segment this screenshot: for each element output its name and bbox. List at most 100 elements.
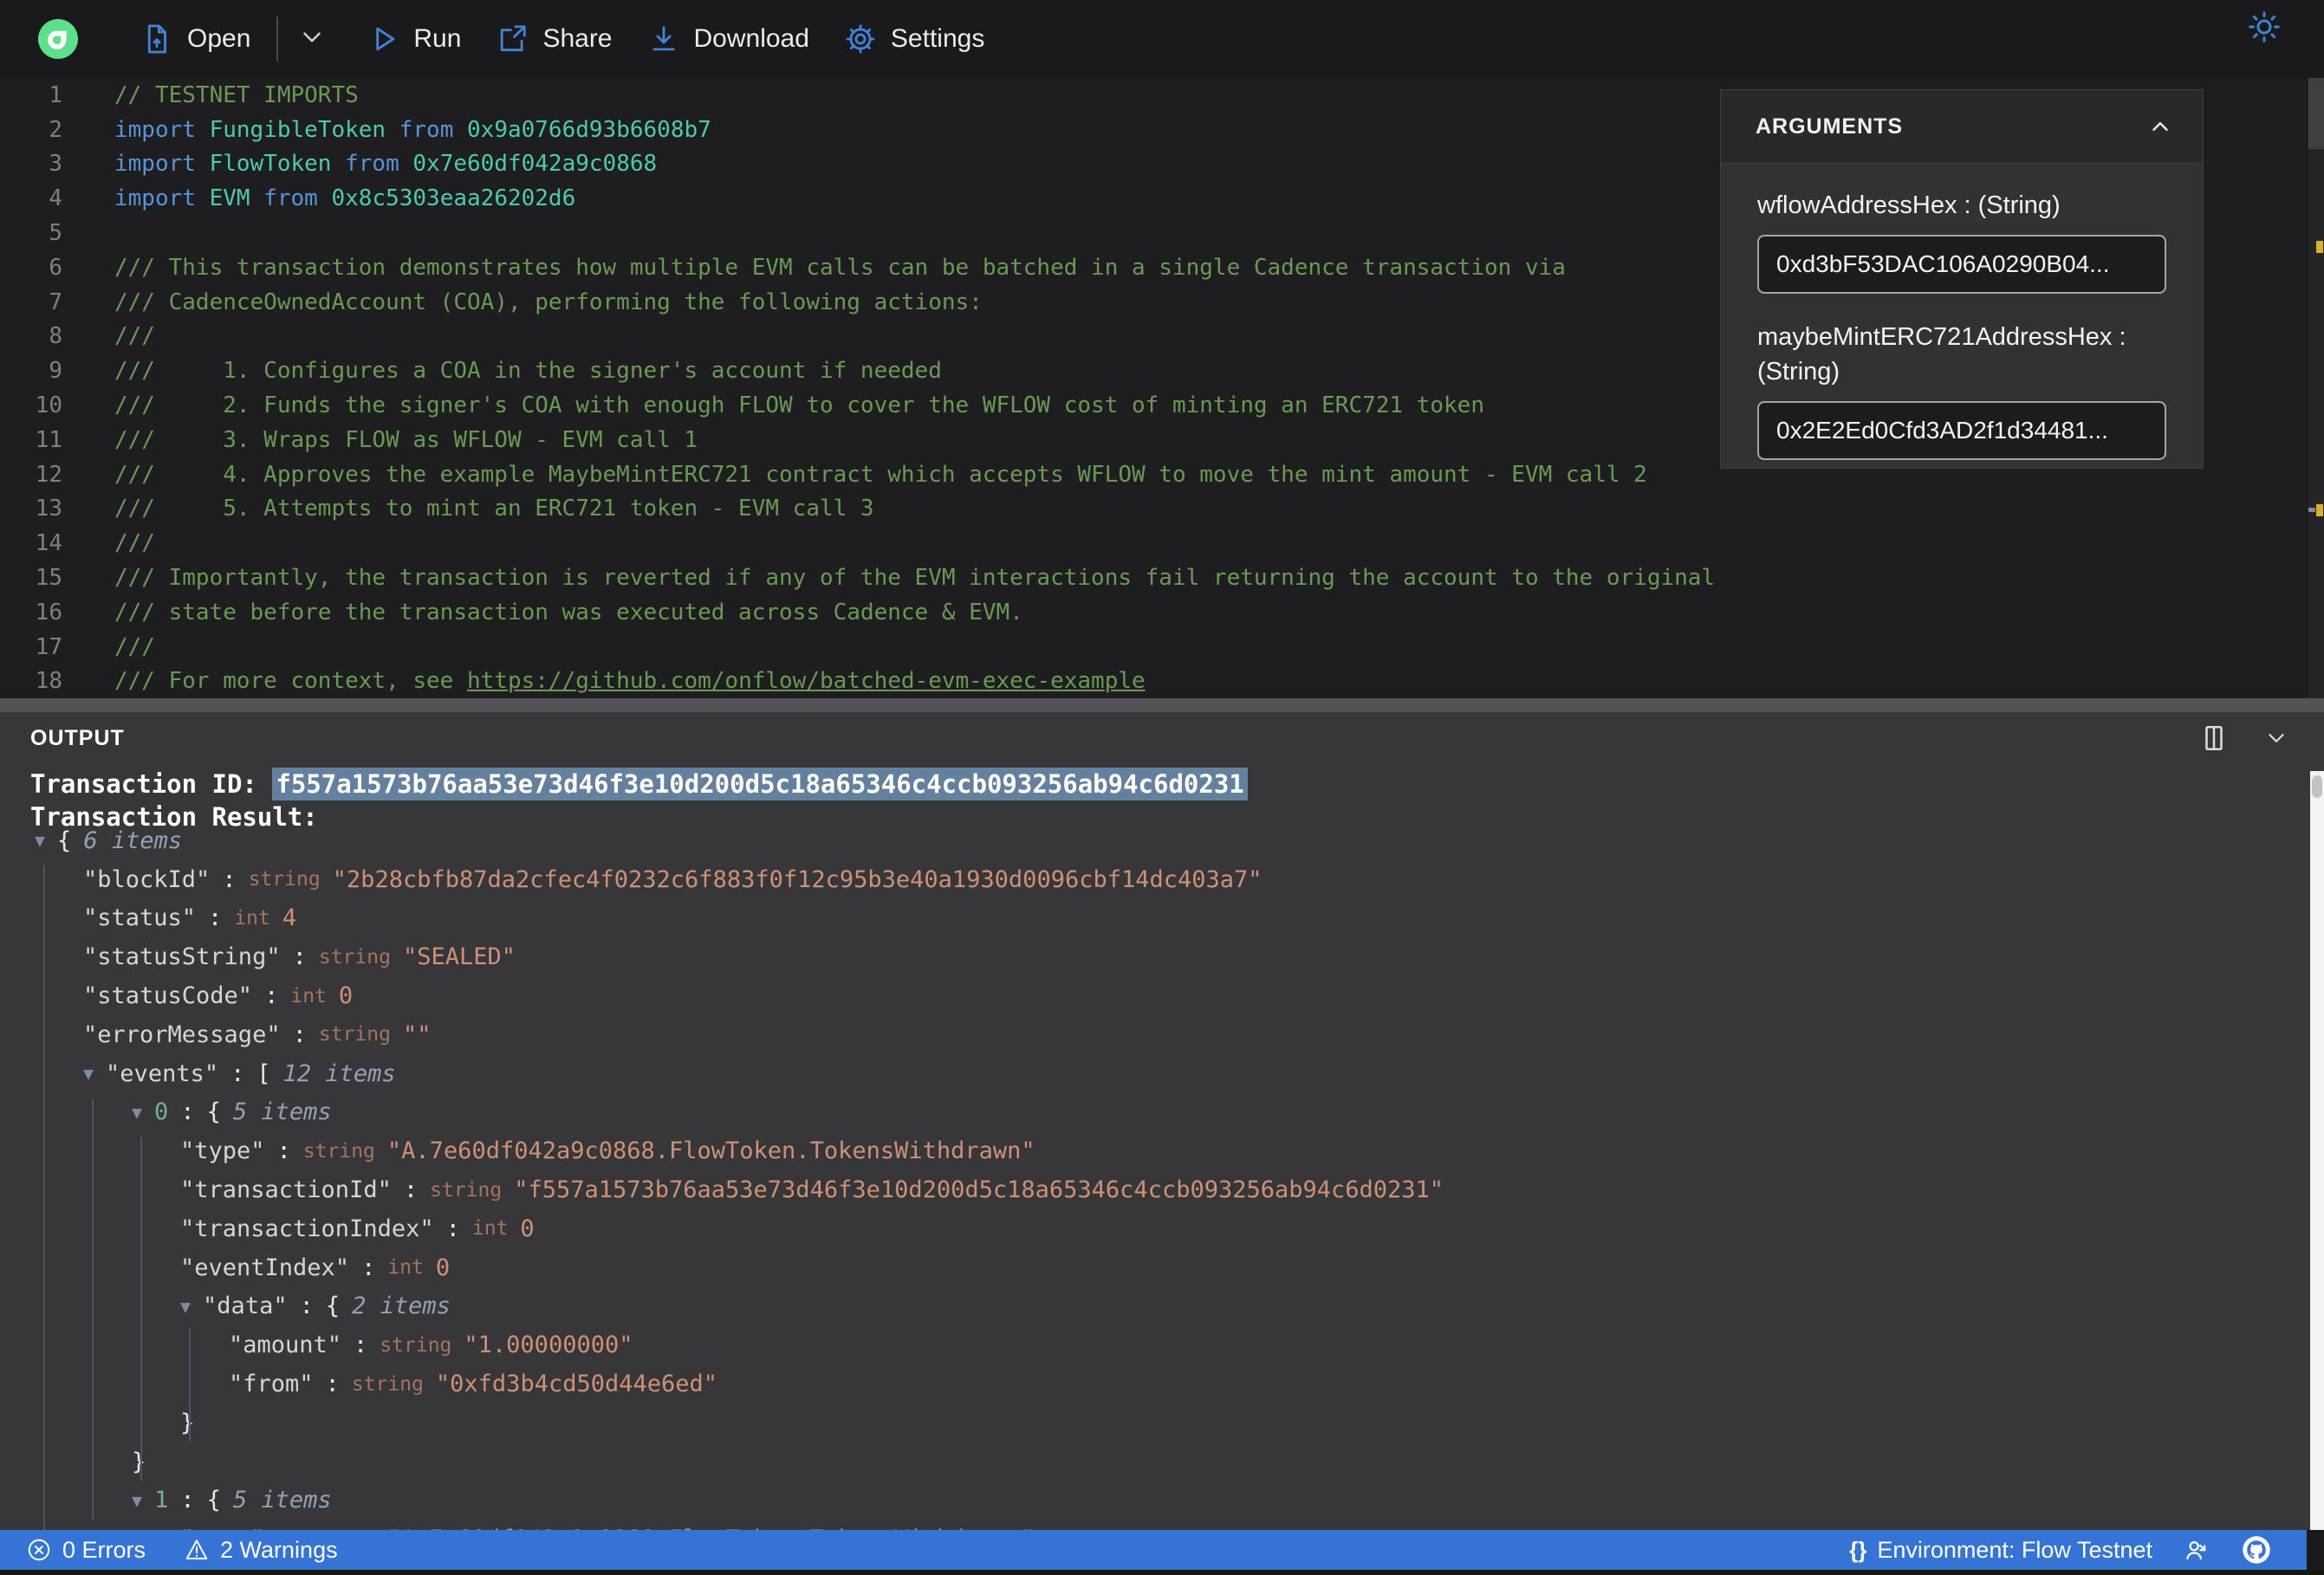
json-tree-row: ▼ 0: {5 items	[0, 1093, 2305, 1132]
code-line[interactable]: 16 /// state before the transaction was e…	[0, 595, 2324, 630]
download-button[interactable]: Download	[647, 23, 809, 55]
json-tl: int	[290, 984, 327, 1008]
code-link[interactable]: https://github.com/onflow/batched-evm-ex…	[467, 668, 1146, 694]
theme-toggle-sun-icon[interactable]	[2246, 9, 2282, 45]
transaction-id-value: f557a1573b76aa53e73d46f3e10d200d5c18a653…	[272, 768, 1248, 800]
status-bar: 0 Errors 2 Warnings {} Environment: Flow…	[0, 1530, 2324, 1570]
json-result-tree: ▼ {6 items "blockId": string "2b28cbfb87da2c…	[0, 821, 2305, 1530]
json-nv: 0	[435, 1254, 451, 1281]
json-tree-row: ▼ "data": {2 items	[0, 1287, 2305, 1326]
arguments-list: wflowAddressHex : (String) maybeMintERC72…	[1721, 164, 2203, 486]
code-token: 0x9a0766d93b6608b7	[453, 116, 711, 143]
feedback-person-icon[interactable]	[2182, 1535, 2211, 1565]
json-sv: "A.7e60df042a9c0868.FlowToken.TokensWith…	[386, 1138, 1035, 1165]
json-idx: 0	[154, 1099, 169, 1126]
json-sv: ""	[402, 1021, 432, 1048]
warning-marker	[2316, 504, 2323, 516]
line-number: 4	[49, 185, 62, 212]
panel-resize-handle[interactable]	[0, 698, 2324, 712]
expand-triangle-icon[interactable]: ▼	[132, 1102, 142, 1123]
line-number: 1	[49, 81, 62, 108]
json-tree-row: "eventIndex": int 0	[0, 1248, 2305, 1287]
collapse-chevron-up-icon[interactable]	[2147, 113, 2173, 139]
code-line[interactable]: 13 /// 5. Attempts to mint an ERC721 toke…	[0, 492, 2324, 527]
json-it: 12 items	[282, 1060, 396, 1087]
open-file-icon	[140, 23, 173, 55]
line-number: 6	[49, 254, 62, 281]
open-dropdown-chevron-icon[interactable]	[297, 23, 327, 56]
json-key: "data"	[203, 1293, 288, 1320]
share-button[interactable]: Share	[496, 23, 613, 55]
code-token: /// CadenceOwnedAccount (COA), performin…	[114, 288, 983, 315]
code-line[interactable]: 17 ///	[0, 630, 2324, 664]
line-number: 15	[35, 565, 62, 592]
indent-guide	[140, 1137, 142, 1481]
code-token: from	[399, 116, 454, 143]
json-idx: 1	[154, 1487, 169, 1514]
github-icon[interactable]	[2241, 1534, 2272, 1565]
code-token: /// 4. Approves the example MaybeMintERC…	[114, 461, 1647, 488]
code-token: /// 1. Configures a COA in the signer's …	[114, 358, 942, 385]
json-key: "events"	[106, 1060, 219, 1087]
output-panel: OUTPUT Transaction ID: f557a1573b76aa53e…	[0, 712, 2324, 1530]
expand-triangle-icon[interactable]: ▼	[35, 830, 45, 851]
code-token: from	[263, 185, 318, 212]
json-nv: 4	[282, 904, 297, 932]
json-key: "statusCode"	[83, 982, 253, 1010]
open-label: Open	[187, 24, 251, 53]
code-token: from	[345, 151, 399, 178]
code-line[interactable]: 14 ///	[0, 526, 2324, 561]
editor-scrollbar-thumb[interactable]	[2308, 78, 2324, 149]
line-number: 14	[35, 530, 62, 557]
argument-label: wflowAddressHex : (String)	[1757, 191, 2061, 219]
indent-guide	[189, 1329, 191, 1442]
environment-status[interactable]: {} Environment: Flow Testnet	[1849, 1537, 2152, 1564]
code-token: /// 5. Attempts to mint an ERC721 token …	[114, 496, 874, 522]
json-pn: {	[206, 1099, 221, 1126]
output-scrollbar-thumb[interactable]	[2312, 775, 2322, 798]
open-button[interactable]: Open	[140, 23, 250, 55]
settings-label: Settings	[890, 24, 985, 53]
json-tree-row: "type": string "A.7e60df042a9c0868.FlowTok…	[0, 1131, 2305, 1170]
code-line[interactable]: 18 /// For more context, see https://gith…	[0, 664, 2324, 698]
download-label: Download	[693, 24, 809, 53]
settings-button[interactable]: Settings	[844, 23, 984, 55]
run-button[interactable]: Run	[367, 23, 461, 55]
line-number: 16	[35, 599, 62, 625]
line-number: 5	[49, 220, 62, 247]
code-line[interactable]: 15 /// Importantly, the transaction is re…	[0, 561, 2324, 595]
status-bar-corner	[2307, 1530, 2324, 1570]
json-key: "statusString"	[83, 943, 281, 971]
argument-label: maybeMintERC721AddressHex : (String)	[1757, 323, 2126, 386]
warnings-status[interactable]: 2 Warnings	[184, 1537, 338, 1564]
code-token: ///	[114, 323, 155, 350]
editor-scrollbar[interactable]	[2308, 78, 2324, 698]
json-tree-row: "blockId": string "2b28cbfb87da2cfec4f0232…	[0, 860, 2305, 899]
code-token: FlowToken	[195, 151, 346, 178]
flow-logo-icon[interactable]	[38, 19, 78, 59]
expand-triangle-icon[interactable]: ▼	[132, 1490, 142, 1511]
json-sv: "f557a1573b76aa53e73d46f3e10d200d5c18a65…	[514, 1176, 1444, 1204]
run-play-icon	[367, 23, 399, 55]
environment-label: Environment: Flow Testnet	[1877, 1536, 2152, 1563]
json-pn: :	[361, 1254, 376, 1281]
json-key: "status"	[83, 904, 197, 932]
transaction-id-line: Transaction ID: f557a1573b76aa53e73d46f3…	[30, 768, 1248, 800]
json-tl: string	[318, 945, 391, 969]
errors-status[interactable]: 0 Errors	[26, 1537, 146, 1564]
json-tree-row: ▼ "events": [12 items	[0, 1054, 2305, 1093]
split-editor-icon[interactable]	[2199, 721, 2229, 755]
output-collapse-chevron-icon[interactable]	[2263, 725, 2289, 751]
run-label: Run	[413, 24, 462, 53]
json-it: 5 items	[232, 1487, 332, 1514]
json-pn: :	[292, 943, 307, 971]
expand-triangle-icon[interactable]: ▼	[83, 1063, 94, 1084]
argument-input[interactable]	[1757, 235, 2166, 294]
argument-input[interactable]	[1757, 401, 2166, 460]
json-it: 2 items	[352, 1293, 451, 1320]
output-scrollbar[interactable]	[2310, 771, 2324, 1530]
json-pn: }	[132, 1448, 146, 1475]
expand-triangle-icon[interactable]: ▼	[180, 1296, 191, 1317]
json-key: "from"	[229, 1371, 314, 1398]
arguments-panel-header[interactable]: ARGUMENTS	[1721, 90, 2203, 164]
